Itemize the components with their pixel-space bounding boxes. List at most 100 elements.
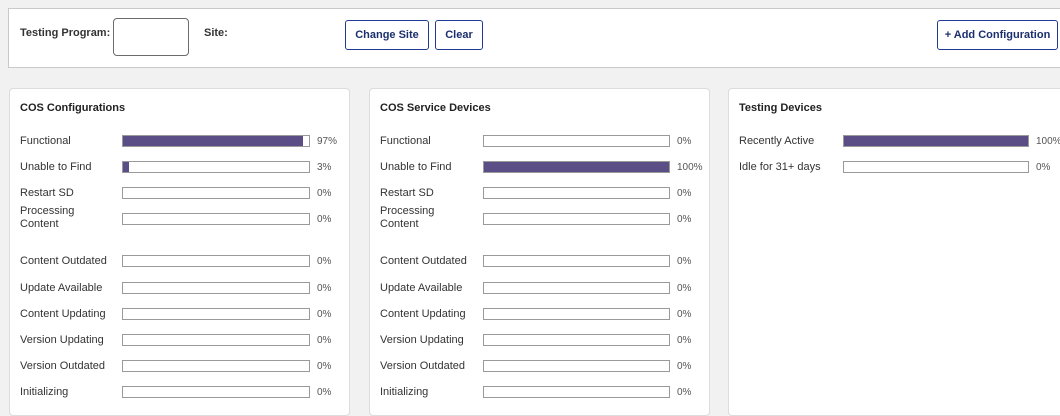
progress-bar — [843, 161, 1029, 173]
row-label: Content Updating — [20, 308, 106, 320]
percent-label: 0% — [317, 188, 332, 199]
progress-bar — [483, 386, 670, 398]
progress-bar — [122, 386, 310, 398]
progress-bar — [483, 161, 670, 173]
progress-bar — [122, 334, 310, 346]
panel-title: COS Configurations — [20, 102, 126, 114]
row-label: Processing Content — [20, 205, 75, 230]
row-label: Version Outdated — [380, 360, 466, 372]
percent-label: 100% — [677, 162, 703, 173]
percent-label: 0% — [317, 214, 332, 225]
percent-label: 0% — [317, 387, 332, 398]
status-row: Content Updating 0% — [370, 308, 709, 334]
add-configuration-button[interactable]: + Add Configuration — [937, 20, 1058, 50]
status-row: Functional 97% — [10, 135, 349, 161]
status-row: Version Outdated 0% — [370, 360, 709, 386]
row-label: Unable to Find — [20, 161, 92, 173]
status-row: Update Available 0% — [10, 282, 349, 308]
percent-label: 0% — [317, 361, 332, 372]
row-label: Unable to Find — [380, 161, 452, 173]
panel-title: Testing Devices — [739, 102, 822, 114]
row-label: Idle for 31+ days — [739, 161, 821, 173]
percent-label: 0% — [317, 256, 332, 267]
percent-label: 0% — [677, 361, 692, 372]
status-row: Content Outdated 0% — [370, 255, 709, 281]
progress-bar — [483, 360, 670, 372]
progress-bar — [122, 135, 310, 147]
row-label: Restart SD — [380, 187, 434, 199]
progress-bar — [483, 308, 670, 320]
percent-label: 0% — [677, 188, 692, 199]
progress-bar — [483, 282, 670, 294]
progress-bar — [483, 255, 670, 267]
percent-label: 0% — [677, 335, 692, 346]
percent-label: 0% — [317, 283, 332, 294]
status-row: Functional 0% — [370, 135, 709, 161]
cos-configurations-panel: COS Configurations Functional 97% Unable t… — [9, 88, 350, 416]
percent-label: 0% — [1036, 162, 1051, 173]
status-row: Content Outdated 0% — [10, 255, 349, 281]
percent-label: 0% — [317, 309, 332, 320]
status-row: Version Outdated 0% — [10, 360, 349, 386]
row-label: Version Updating — [380, 334, 464, 346]
cos-service-devices-panel: COS Service Devices Functional 0% Unable t… — [369, 88, 710, 416]
percent-label: 0% — [317, 335, 332, 346]
percent-label: 100% — [1036, 136, 1060, 147]
row-label: Restart SD — [20, 187, 74, 199]
row-label: Update Available — [20, 282, 103, 294]
percent-label: 0% — [677, 387, 692, 398]
progress-bar — [122, 308, 310, 320]
row-label: Recently Active — [739, 135, 815, 147]
row-label: Initializing — [20, 386, 69, 398]
progress-bar-fill — [123, 136, 304, 146]
progress-bar-fill — [484, 162, 669, 172]
panel-title: COS Service Devices — [380, 102, 491, 114]
row-label: Update Available — [380, 282, 463, 294]
progress-bar — [843, 135, 1029, 147]
progress-bar-fill — [123, 162, 129, 172]
status-row: Initializing 0% — [370, 386, 709, 412]
percent-label: 0% — [677, 283, 692, 294]
row-label: Version Outdated — [20, 360, 106, 372]
status-row: Processing Content 0% — [10, 205, 349, 239]
progress-bar — [483, 213, 670, 225]
percent-label: 0% — [677, 136, 692, 147]
progress-bar-fill — [844, 136, 1028, 146]
status-row: Update Available 0% — [370, 282, 709, 308]
percent-label: 97% — [317, 136, 338, 147]
row-label: Content Updating — [380, 308, 466, 320]
clear-button[interactable]: Clear — [435, 20, 483, 50]
progress-bar — [122, 282, 310, 294]
row-label: Initializing — [380, 386, 429, 398]
progress-bar — [483, 135, 670, 147]
testing-program-input[interactable] — [113, 18, 189, 56]
status-row: Version Updating 0% — [10, 334, 349, 360]
progress-bar — [483, 187, 670, 199]
progress-bar — [122, 161, 310, 173]
status-row: Recently Active 100% — [729, 135, 1060, 161]
percent-label: 0% — [677, 214, 692, 225]
testing-program-label: Testing Program: — [20, 27, 111, 39]
row-label: Content Outdated — [380, 255, 467, 267]
row-label: Functional — [20, 135, 71, 147]
site-label: Site: — [204, 27, 228, 39]
change-site-button[interactable]: Change Site — [345, 20, 429, 50]
status-row: Processing Content 0% — [370, 205, 709, 239]
percent-label: 0% — [677, 309, 692, 320]
status-row: Content Updating 0% — [10, 308, 349, 334]
status-row: Version Updating 0% — [370, 334, 709, 360]
progress-bar — [122, 187, 310, 199]
row-label: Functional — [380, 135, 431, 147]
testing-devices-panel: Testing Devices Recently Active 100% Idle … — [728, 88, 1060, 416]
status-row: Unable to Find 100% — [370, 161, 709, 187]
status-row: Initializing 0% — [10, 386, 349, 412]
progress-bar — [483, 334, 670, 346]
percent-label: 0% — [677, 256, 692, 267]
row-label: Version Updating — [20, 334, 104, 346]
percent-label: 3% — [317, 162, 332, 173]
progress-bar — [122, 213, 310, 225]
row-label: Content Outdated — [20, 255, 107, 267]
status-row: Idle for 31+ days 0% — [729, 161, 1060, 187]
progress-bar — [122, 255, 310, 267]
status-row: Unable to Find 3% — [10, 161, 349, 187]
